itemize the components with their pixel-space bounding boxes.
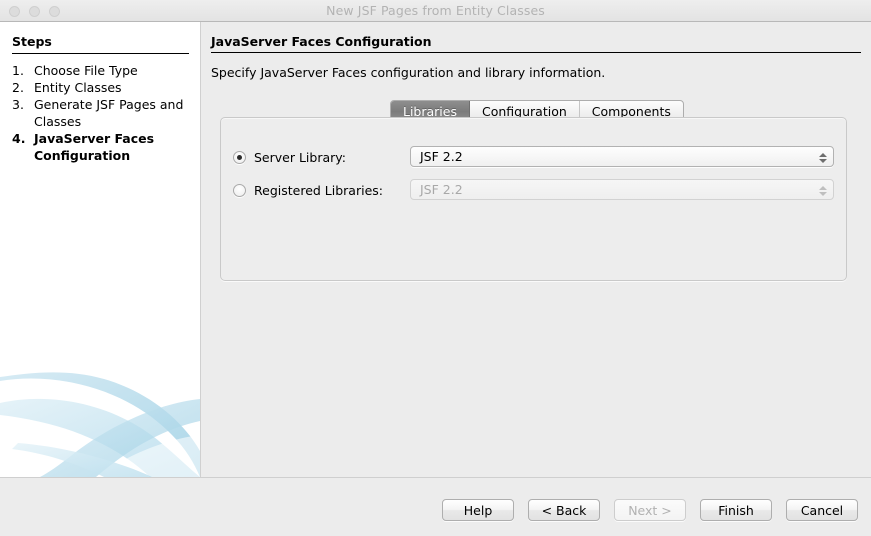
- steps-list: 1. Choose File Type 2. Entity Classes 3.…: [12, 62, 192, 164]
- sidebar-step-2: 2. Entity Classes: [12, 79, 192, 96]
- registered-libraries-value: JSF 2.2: [420, 182, 463, 197]
- libraries-group-panel: Server Library: JSF 2.2 Registered Libra…: [220, 117, 847, 281]
- step-number: 4.: [12, 131, 26, 146]
- sidebar-step-3: 3. Generate JSF Pages and Classes: [12, 96, 192, 130]
- chevron-updown-icon: [816, 182, 829, 199]
- chevron-updown-icon[interactable]: [816, 149, 829, 166]
- page-title: JavaServer Faces Configuration: [211, 34, 432, 49]
- server-library-label: Server Library:: [254, 149, 346, 165]
- radio-registered-libraries[interactable]: [233, 183, 246, 197]
- steps-heading: Steps: [12, 34, 52, 49]
- registered-libraries-row: Registered Libraries:: [233, 179, 383, 201]
- server-library-value: JSF 2.2: [420, 149, 463, 164]
- step-number: 3.: [12, 97, 24, 112]
- page-subtitle: Specify JavaServer Faces configuration a…: [211, 65, 606, 80]
- decorative-swoosh-graphic: [0, 372, 200, 477]
- help-button[interactable]: Help: [442, 499, 514, 521]
- button-row: Help < Back Next > Finish Cancel: [442, 499, 858, 521]
- back-button[interactable]: < Back: [528, 499, 600, 521]
- steps-divider: [12, 53, 189, 54]
- sidebar-step-1: 1. Choose File Type: [12, 62, 192, 79]
- step-label: Entity Classes: [34, 80, 122, 95]
- radio-server-library[interactable]: [233, 150, 246, 164]
- sidebar-step-4: 4. JavaServer Faces Configuration: [12, 130, 192, 164]
- step-label: Choose File Type: [34, 63, 138, 78]
- window-title: New JSF Pages from Entity Classes: [326, 3, 545, 18]
- registered-libraries-label: Registered Libraries:: [254, 182, 383, 198]
- title-divider: [211, 52, 861, 53]
- finish-button[interactable]: Finish: [700, 499, 772, 521]
- footer-bar: Help < Back Next > Finish Cancel: [0, 477, 871, 536]
- step-label: Generate JSF Pages and Classes: [34, 97, 184, 129]
- content-panel: JavaServer Faces Configuration Specify J…: [200, 22, 871, 477]
- step-number: 1.: [12, 63, 24, 78]
- server-library-combobox[interactable]: JSF 2.2: [410, 146, 834, 167]
- step-label: JavaServer Faces Configuration: [34, 131, 155, 163]
- wizard-window: New JSF Pages from Entity Classes Steps …: [0, 0, 871, 536]
- step-number: 2.: [12, 80, 24, 95]
- title-bar: New JSF Pages from Entity Classes: [0, 0, 871, 22]
- steps-sidebar: Steps 1. Choose File Type 2. Entity Clas…: [0, 22, 200, 477]
- server-library-row: Server Library:: [233, 146, 346, 168]
- next-button: Next >: [614, 499, 686, 521]
- registered-libraries-combobox: JSF 2.2: [410, 179, 834, 200]
- cancel-button[interactable]: Cancel: [786, 499, 858, 521]
